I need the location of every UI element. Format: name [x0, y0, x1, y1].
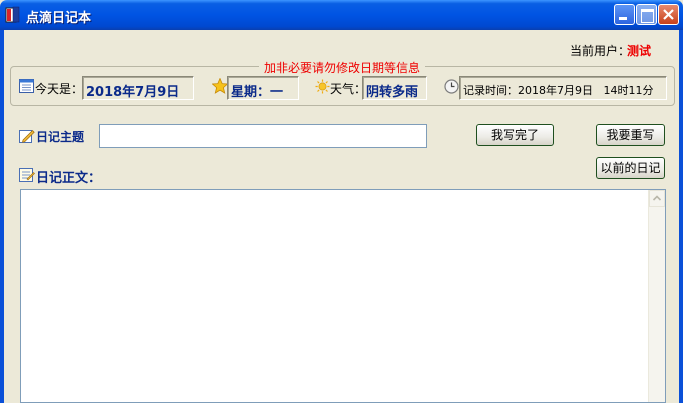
calendar-icon: [19, 79, 34, 93]
pencil-icon: [19, 130, 35, 143]
scroll-up-button[interactable]: [649, 190, 665, 207]
weekday-value: 一: [270, 85, 284, 100]
weather-field[interactable]: 阴转多雨: [362, 76, 427, 100]
body-label: 日记正文：: [36, 171, 102, 186]
done-button[interactable]: 我写完了: [476, 124, 554, 146]
current-user-name: 测试: [627, 44, 652, 58]
record-time-value: 2018年7月9日 14时11分: [518, 84, 654, 97]
sun-icon: [315, 79, 330, 94]
date-info-caption: 加非必要请勿修改日期等信息: [259, 59, 426, 76]
close-button[interactable]: [658, 4, 679, 25]
clock-icon: [444, 79, 459, 94]
chevron-up-icon: [652, 195, 662, 201]
body-textarea[interactable]: [20, 189, 666, 403]
today-label: 今天是：: [35, 82, 84, 96]
today-field[interactable]: 2018年7月9日: [82, 76, 194, 100]
history-button[interactable]: 以前的日记: [596, 157, 665, 179]
notepad-icon: [19, 168, 35, 182]
app-icon: [5, 6, 20, 23]
record-time-field[interactable]: 记录时间：2018年7月9日 14时11分: [459, 76, 667, 100]
weekday-label: 星期：: [231, 85, 271, 100]
title-bar[interactable]: 点滴日记本: [0, 0, 683, 30]
weekday-field[interactable]: 星期：一: [227, 76, 299, 100]
maximize-button[interactable]: [636, 4, 657, 25]
record-time-label: 记录时间：: [463, 84, 518, 97]
current-user-label: 当前用户：: [570, 44, 631, 58]
close-icon: [663, 9, 674, 20]
body-scrollbar[interactable]: [648, 190, 665, 402]
star-icon: [212, 78, 228, 94]
minimize-button[interactable]: [614, 4, 635, 25]
subject-label: 日记主题: [36, 130, 85, 144]
rewrite-button[interactable]: 我要重写: [596, 124, 665, 146]
subject-input[interactable]: [99, 124, 427, 148]
weather-label: 天气：: [330, 82, 367, 96]
window-title: 点滴日记本: [26, 11, 92, 26]
